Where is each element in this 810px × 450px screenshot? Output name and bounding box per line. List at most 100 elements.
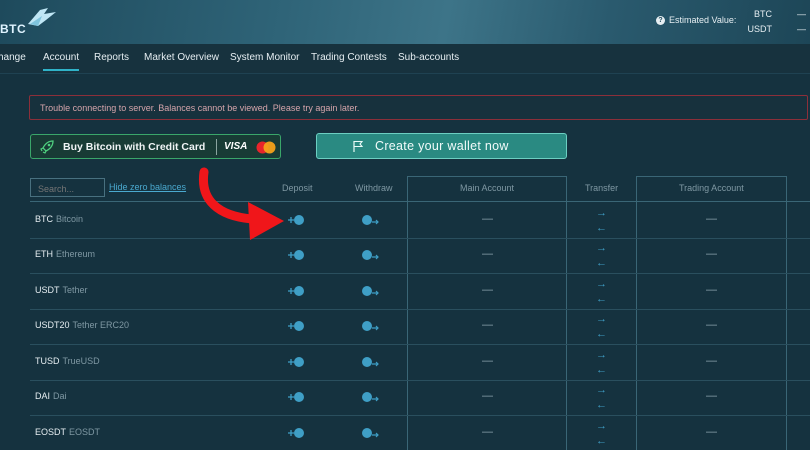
deposit-icon[interactable]	[287, 356, 307, 368]
estimated-value-label: ? Estimated Value:	[656, 15, 736, 25]
table-row-divider	[30, 237, 810, 239]
transfer-left-icon[interactable]: ←	[596, 435, 607, 447]
deposit-icon[interactable]	[287, 249, 307, 261]
trading-account-balance: —	[706, 212, 717, 225]
deposit-icon[interactable]	[287, 320, 307, 332]
withdraw-icon[interactable]	[361, 356, 381, 368]
transfer-left-icon[interactable]: ←	[596, 400, 607, 411]
nav-reports[interactable]: Reports	[94, 52, 129, 63]
currency-cell: USDT Tether	[35, 285, 88, 295]
divider	[216, 139, 217, 155]
trading-account-balance: —	[706, 425, 717, 438]
main-nav: hange Account Reports Market Overview Sy…	[0, 44, 810, 74]
nav-account[interactable]: Account	[43, 52, 80, 71]
mastercard-icon	[256, 141, 276, 154]
trading-account-balance: —	[706, 283, 717, 296]
transfer-right-icon[interactable]: →	[596, 420, 607, 432]
estimated-btc: BTC —	[754, 9, 806, 19]
main-account-balance: —	[482, 319, 493, 332]
nav-sub-accounts[interactable]: Sub-accounts	[398, 52, 459, 63]
currency-symbol: USDT20	[35, 320, 70, 331]
annotation-arrow-icon	[198, 167, 284, 240]
trading-account-balance: —	[706, 319, 717, 332]
create-wallet-label: Create your wallet now	[375, 139, 509, 153]
table-row-divider	[30, 415, 810, 416]
currency-cell: ETH Ethereum	[35, 249, 95, 259]
withdraw-icon[interactable]	[361, 320, 381, 332]
currency-cell: EOSDT EOSDT	[35, 427, 100, 437]
transfer-left-icon[interactable]: ←	[596, 222, 607, 234]
trading-account-balance: —	[706, 390, 717, 403]
header-divider	[30, 201, 810, 202]
withdraw-icon[interactable]	[361, 391, 381, 403]
currency-name: Ethereum	[56, 249, 96, 260]
currency-symbol: TUSD	[35, 355, 60, 366]
currency-symbol: USDT	[35, 284, 60, 295]
transfer-left-icon[interactable]: ←	[596, 258, 607, 269]
table-row-divider	[30, 344, 810, 345]
create-wallet-button[interactable]: Create your wallet now	[316, 133, 567, 159]
deposit-icon[interactable]	[287, 427, 307, 439]
currency-name: Dai	[53, 391, 67, 402]
currency-name: EOSDT	[69, 426, 101, 437]
currency-symbol: BTC	[35, 213, 53, 224]
currency-symbol: ETH	[35, 249, 53, 260]
logo-text[interactable]: BTC	[0, 22, 26, 36]
transfer-right-icon[interactable]: →	[596, 314, 607, 325]
currency-symbol: EOSDT	[35, 426, 67, 437]
transfer-right-icon[interactable]: →	[596, 385, 607, 396]
nav-market-overview[interactable]: Market Overview	[144, 52, 219, 63]
help-icon[interactable]: ?	[656, 15, 665, 25]
transfer-right-icon[interactable]: →	[596, 278, 607, 290]
withdraw-header: Withdraw	[355, 183, 393, 193]
main-account-header: Main Account	[460, 183, 515, 193]
flag-icon	[353, 140, 364, 152]
table-row-divider	[30, 273, 810, 274]
hide-zero-balances-link[interactable]: Hide zero balances	[109, 182, 186, 192]
trading-account-balance: —	[706, 248, 717, 261]
currency-cell: USDT20 Tether ERC20	[35, 320, 129, 330]
main-account-balance: —	[482, 212, 493, 225]
transfer-right-icon[interactable]: →	[596, 349, 607, 361]
currency-cell: BTC Bitcoin	[35, 214, 83, 224]
withdraw-icon[interactable]	[361, 249, 381, 261]
trading-account-header: Trading Account	[679, 183, 744, 193]
connection-error-alert: Trouble connecting to server. Balances c…	[29, 95, 808, 120]
nav-exchange[interactable]: hange	[0, 52, 26, 63]
main-account-balance: —	[482, 354, 493, 367]
currency-symbol: DAI	[35, 391, 51, 402]
table-row-divider	[30, 379, 810, 381]
deposit-icon[interactable]	[287, 391, 307, 403]
main-account-balance: —	[482, 283, 493, 296]
buy-bitcoin-label: Buy Bitcoin with Credit Card	[63, 141, 206, 153]
currency-name: Bitcoin	[56, 213, 84, 224]
currency-name: Tether ERC20	[72, 320, 130, 331]
rocket-icon	[40, 140, 54, 154]
buy-bitcoin-button[interactable]: Buy Bitcoin with Credit Card VISA	[30, 134, 281, 159]
currency-name: Tether	[62, 284, 88, 295]
nav-trading-contests[interactable]: Trading Contests	[311, 52, 387, 63]
currency-cell: TUSD TrueUSD	[35, 356, 100, 366]
trading-account-balance: —	[706, 354, 717, 367]
transfer-right-icon[interactable]: →	[596, 207, 607, 219]
main-account-balance: —	[482, 390, 493, 403]
currency-name: TrueUSD	[62, 355, 100, 366]
withdraw-icon[interactable]	[361, 285, 381, 297]
main-account-balance: —	[482, 248, 493, 261]
top-bar: BTC ? Estimated Value: BTC — USDT —	[0, 0, 810, 44]
withdraw-icon[interactable]	[361, 427, 381, 439]
currency-cell: DAI Dai	[35, 391, 67, 401]
transfer-left-icon[interactable]: ←	[596, 293, 607, 305]
transfer-left-icon[interactable]: ←	[596, 364, 607, 376]
main-account-balance: —	[482, 425, 493, 438]
visa-logo: VISA	[224, 141, 248, 152]
nav-system-monitor[interactable]: System Monitor	[230, 52, 299, 63]
deposit-icon[interactable]	[287, 285, 307, 297]
withdraw-icon[interactable]	[361, 214, 381, 226]
transfer-left-icon[interactable]: ←	[596, 329, 607, 340]
transfer-header: Transfer	[585, 183, 619, 193]
table-row-divider	[30, 308, 810, 310]
search-input[interactable]	[30, 178, 105, 197]
transfer-right-icon[interactable]: →	[596, 243, 607, 254]
estimated-usdt: USDT —	[747, 24, 807, 34]
